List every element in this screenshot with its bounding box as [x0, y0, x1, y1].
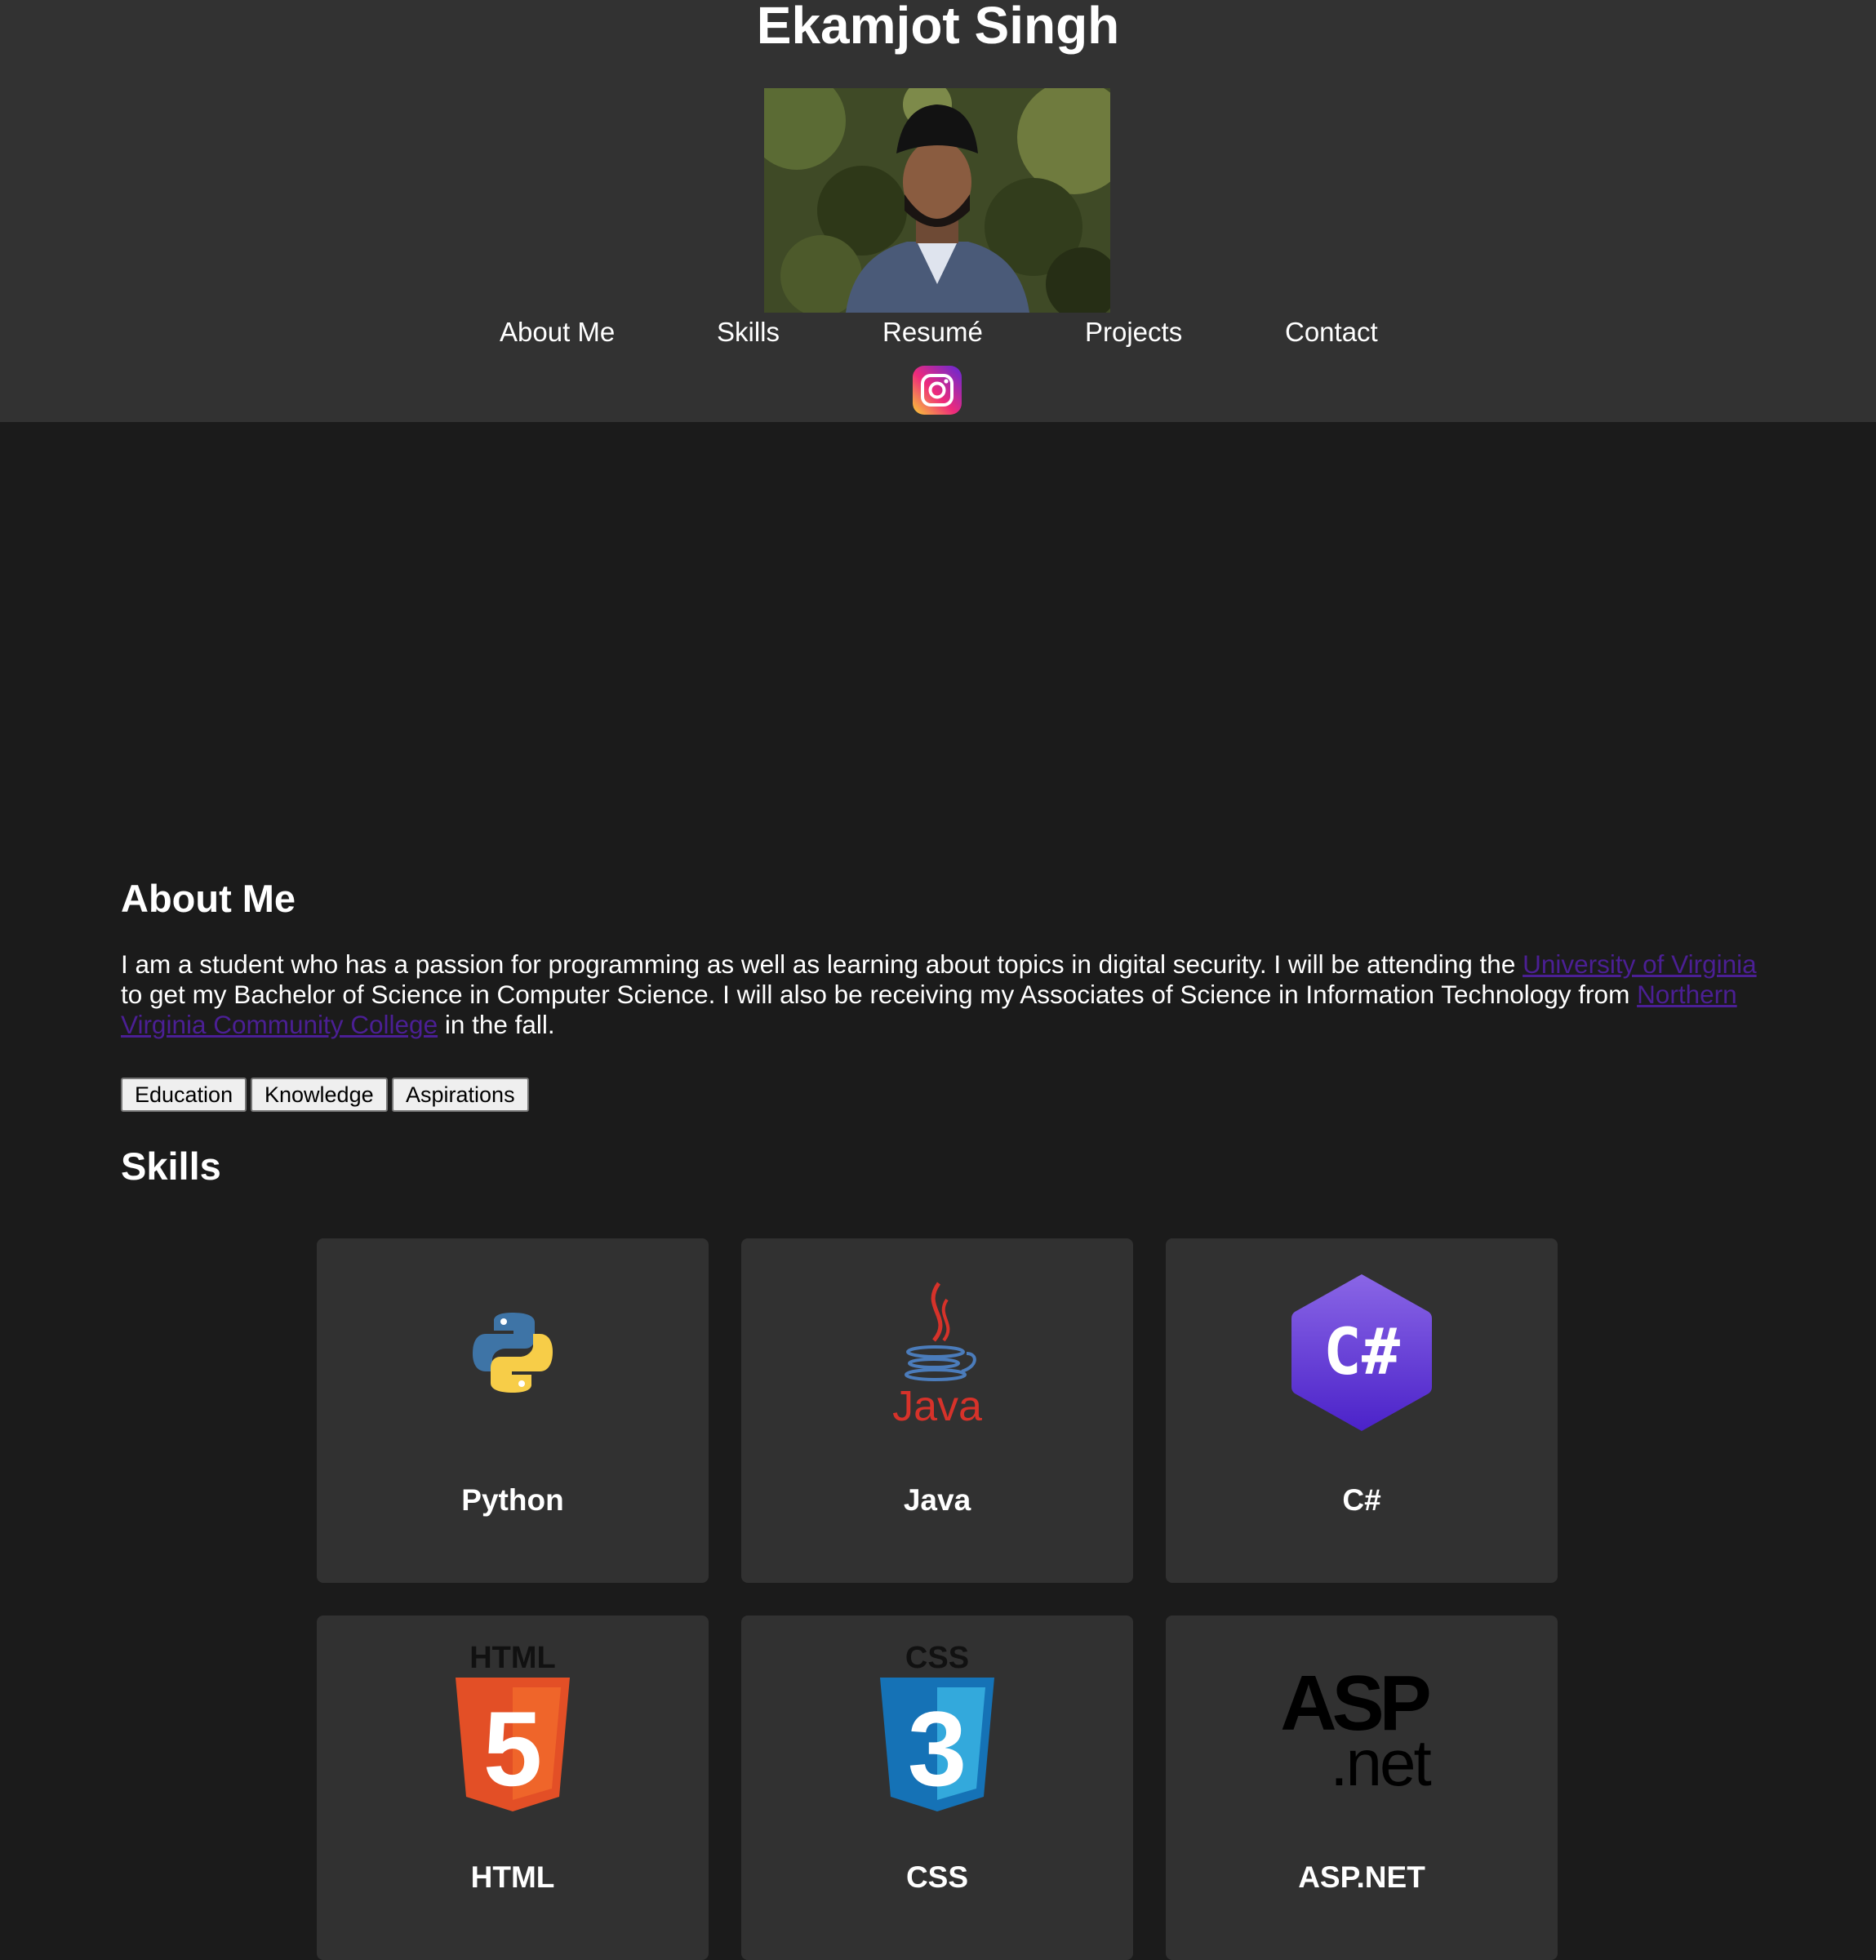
about-text-2: to get my Bachelor of Science in Compute…: [121, 980, 1638, 1009]
nav-about-me[interactable]: About Me: [500, 317, 615, 348]
java-logo-text: Java: [892, 1383, 982, 1430]
python-logo-icon: [317, 1263, 709, 1442]
skill-card-python: Python: [317, 1238, 709, 1583]
site-title: Ekamjot Singh: [756, 0, 1120, 55]
nav-resume[interactable]: Resumé: [882, 317, 983, 348]
skills-heading: Skills: [121, 1144, 221, 1188]
education-button[interactable]: Education: [121, 1078, 247, 1112]
nav-skills[interactable]: Skills: [717, 317, 780, 348]
aspnet-logo-icon: ASP .net: [1166, 1640, 1558, 1820]
html5-logo-icon: HTML 5: [317, 1640, 709, 1820]
university-of-virginia-link[interactable]: University of Virginia: [1523, 949, 1757, 979]
skill-card-html: HTML 5 HTML: [317, 1616, 709, 1960]
instagram-icon[interactable]: [913, 366, 962, 415]
skill-label: Java: [903, 1483, 971, 1517]
html-shield-text: 5: [483, 1689, 542, 1808]
main-nav: About Me Skills Resumé Projects Contact: [0, 317, 1876, 353]
html-badge-text: HTML: [469, 1641, 556, 1675]
skill-card-csharp: C# C#: [1166, 1238, 1558, 1583]
skill-label: HTML: [470, 1860, 555, 1894]
skill-label: CSS: [905, 1860, 969, 1894]
profile-photo: [764, 88, 1110, 313]
site-header: Ekamjot Singh About Me Skills Resumé Pro…: [0, 0, 1876, 422]
about-paragraph: I am a student who has a passion for pro…: [121, 949, 1762, 1040]
css-badge-text: CSS: [905, 1641, 969, 1675]
about-text-1: I am a student who has a passion for pro…: [121, 949, 1523, 979]
skill-label: ASP.NET: [1298, 1860, 1425, 1894]
aspirations-button[interactable]: Aspirations: [392, 1078, 529, 1112]
skill-card-aspnet: ASP .net ASP.NET: [1166, 1616, 1558, 1960]
about-heading: About Me: [121, 877, 296, 920]
skill-label: Python: [461, 1483, 564, 1517]
nav-contact[interactable]: Contact: [1285, 317, 1378, 348]
skill-card-css: CSS 3 CSS: [741, 1616, 1133, 1960]
about-text-3: in the fall.: [438, 1010, 555, 1039]
knowledge-button[interactable]: Knowledge: [251, 1078, 388, 1112]
java-logo-icon: Java: [741, 1263, 1133, 1442]
nav-projects[interactable]: Projects: [1085, 317, 1182, 348]
skill-label: C#: [1342, 1483, 1381, 1517]
css3-logo-icon: CSS 3: [741, 1640, 1133, 1820]
csharp-logo-icon: C#: [1166, 1263, 1558, 1442]
csharp-logo-text: C#: [1323, 1316, 1400, 1389]
css-shield-text: 3: [908, 1689, 967, 1808]
asp-logo-bottom: .net: [1330, 1727, 1431, 1799]
skill-card-java: Java Java: [741, 1238, 1133, 1583]
